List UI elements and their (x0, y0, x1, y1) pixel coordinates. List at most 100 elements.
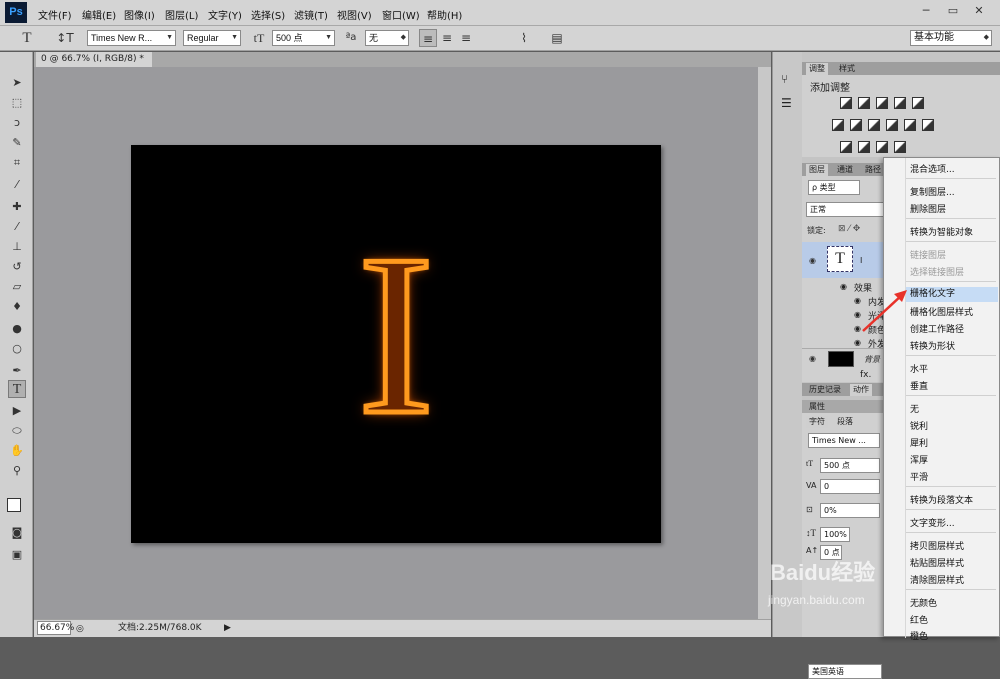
tab-character[interactable]: 字符 (806, 416, 828, 428)
menu-paste-layer-style[interactable]: 粘贴图层样式 (910, 556, 964, 569)
color-balance-icon[interactable] (850, 119, 862, 131)
eye-icon[interactable] (842, 330, 854, 338)
threshold-icon[interactable] (876, 141, 888, 153)
history-dock-icon[interactable]: ⑂ (781, 72, 788, 86)
menu-vertical[interactable]: 垂直 (910, 379, 928, 392)
close-button[interactable]: ✕ (968, 3, 990, 19)
hue-saturation-icon[interactable] (832, 119, 844, 131)
text-layer-name[interactable]: I (860, 256, 862, 265)
workspace-select[interactable]: 基本功能 ◆ (910, 30, 992, 46)
fx-button[interactable]: fx. (860, 370, 871, 380)
menu-copy-layer-style[interactable]: 拷贝图层样式 (910, 539, 964, 552)
menu-help[interactable]: 帮助(H) (427, 7, 462, 22)
tab-paragraph[interactable]: 段落 (834, 416, 856, 428)
menu-color-red[interactable]: 红色 (910, 613, 928, 626)
menu-select[interactable]: 选择(S) (251, 7, 285, 22)
menu-type[interactable]: 文字(Y) (208, 7, 242, 22)
healing-brush-tool-icon[interactable]: ✚ (8, 198, 26, 216)
tab-paths[interactable]: 路径 (862, 164, 884, 176)
properties-dock-icon[interactable]: ☰ (781, 96, 792, 110)
menu-aa-none[interactable]: 无 (910, 402, 919, 415)
invert-icon[interactable] (840, 141, 852, 153)
menu-warp-text[interactable]: 文字变形... (910, 516, 955, 529)
align-left-icon[interactable]: ≡ (419, 29, 437, 47)
lasso-tool-icon[interactable]: ↄ (8, 114, 26, 132)
paint-bucket-tool-icon[interactable]: ♦ (8, 298, 26, 316)
menu-rasterize-type[interactable]: 栅格化文字 (906, 287, 998, 302)
dodge-tool-icon[interactable]: ○ (8, 340, 26, 358)
menu-delete-layer[interactable]: 删除图层 (910, 202, 946, 215)
brightness-icon[interactable] (840, 97, 852, 109)
menu-aa-strong[interactable]: 浑厚 (910, 453, 928, 466)
menu-filter[interactable]: 滤镜(T) (294, 7, 328, 22)
menu-create-work-path[interactable]: 创建工作路径 (910, 322, 964, 335)
vertical-scrollbar[interactable] (758, 67, 771, 619)
menu-view[interactable]: 视图(V) (337, 7, 372, 22)
zoom-field[interactable]: 66.67% (37, 621, 74, 635)
type-tool-icon[interactable]: T (8, 380, 26, 398)
photo-filter-icon[interactable] (886, 119, 898, 131)
menu-blending-options[interactable]: 混合选项... (910, 162, 955, 175)
move-tool-icon[interactable]: ➤ (8, 74, 26, 92)
status-arrow-icon[interactable]: ▶ (224, 620, 231, 636)
eraser-tool-icon[interactable]: ▱ (8, 278, 26, 296)
clone-stamp-tool-icon[interactable]: ⊥ (8, 238, 26, 256)
exposure-icon[interactable] (894, 97, 906, 109)
font-style-select[interactable]: Regular ▼ (183, 30, 241, 46)
menu-aa-crisp[interactable]: 犀利 (910, 436, 928, 449)
lock-icons[interactable]: ⊠ ⁄ ✥ (838, 224, 860, 234)
brush-tool-icon[interactable]: ⁄ (8, 218, 26, 236)
menu-layer[interactable]: 图层(L) (165, 7, 198, 22)
eyedropper-tool-icon[interactable]: ⁄ (8, 176, 26, 194)
eye-icon[interactable]: ◉ (809, 257, 821, 265)
align-center-icon[interactable]: ≡ (438, 29, 456, 47)
crop-tool-icon[interactable]: ⌗ (8, 154, 26, 172)
menu-color-orange[interactable]: 橙色 (910, 629, 928, 642)
menu-horizontal[interactable]: 水平 (910, 362, 928, 375)
zoom-tool-icon[interactable]: ⚲ (8, 462, 26, 480)
menu-clear-layer-style[interactable]: 清除图层样式 (910, 573, 964, 586)
menu-aa-sharp[interactable]: 锐利 (910, 419, 928, 432)
marquee-tool-icon[interactable]: ⬚ (8, 94, 26, 112)
type-tool-preset-icon[interactable]: T (18, 29, 36, 47)
blend-mode-select[interactable]: 正常 (806, 202, 884, 217)
screen-mode-icon[interactable]: ▣ (8, 546, 26, 564)
tracking-field[interactable]: 0% (820, 503, 880, 518)
quick-mask-icon[interactable]: ◙ (8, 524, 26, 542)
ellipse-tool-icon[interactable]: ⬭ (8, 422, 26, 440)
posterize-icon[interactable] (858, 141, 870, 153)
warp-text-icon[interactable]: ⌇ (515, 29, 533, 47)
pen-tool-icon[interactable]: ✒ (8, 362, 26, 380)
gradient-map-icon[interactable] (894, 141, 906, 153)
menu-file[interactable]: 文件(F) (38, 7, 72, 22)
tab-adjustments[interactable]: 调整 (806, 63, 828, 75)
language-select[interactable]: 美国英语 (808, 664, 882, 679)
font-family-select[interactable]: Times New R... ▼ (87, 30, 176, 46)
layer-filter-select[interactable]: ρ 类型 (808, 180, 860, 195)
effect-eye-icon[interactable]: ◉ (854, 338, 861, 347)
curves-icon[interactable] (876, 97, 888, 109)
channel-mixer-icon[interactable] (904, 119, 916, 131)
vibrance-icon[interactable] (912, 97, 924, 109)
kerning-field[interactable]: 0 (820, 479, 880, 494)
tab-channels[interactable]: 通道 (834, 164, 856, 176)
levels-icon[interactable] (858, 97, 870, 109)
vertical-scale-field[interactable]: 100% (820, 527, 850, 542)
black-white-icon[interactable] (868, 119, 880, 131)
menu-duplicate-layer[interactable]: 复制图层... (910, 185, 955, 198)
history-brush-tool-icon[interactable]: ↺ (8, 258, 26, 276)
background-layer-name[interactable]: 背景 (864, 354, 880, 365)
menu-edit[interactable]: 编辑(E) (82, 7, 116, 22)
document-tab[interactable]: 0 @ 66.7% (I, RGB/8) * × (36, 52, 152, 79)
blur-tool-icon[interactable]: ● (8, 320, 26, 338)
menu-convert-paragraph-text[interactable]: 转换为段落文本 (910, 493, 973, 506)
tab-layers[interactable]: 图层 (806, 164, 828, 176)
menu-convert-to-shape[interactable]: 转换为形状 (910, 339, 955, 352)
tab-actions[interactable]: 动作 (850, 384, 872, 396)
character-font-select[interactable]: Times New ... (808, 433, 880, 448)
tab-styles[interactable]: 样式 (836, 63, 858, 75)
hand-tool-icon[interactable]: ✋ (8, 442, 26, 460)
path-selection-tool-icon[interactable]: ▶ (8, 402, 26, 420)
restore-button[interactable]: ▭ (942, 3, 964, 19)
effects-eye-icon[interactable]: ◉ (840, 282, 847, 291)
